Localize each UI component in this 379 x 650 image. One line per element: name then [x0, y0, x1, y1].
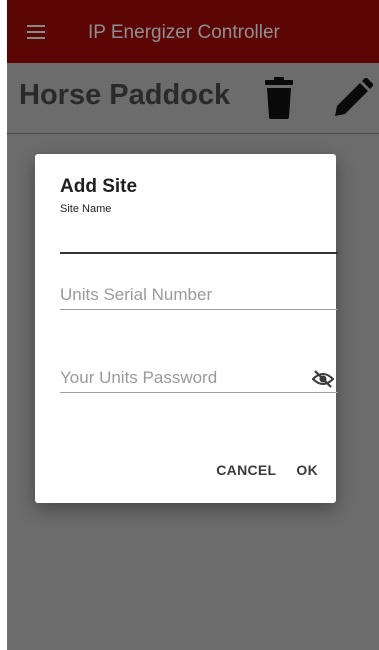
dialog-title: Add Site — [60, 176, 138, 197]
top-app-bar: IP Energizer Controller — [7, 0, 379, 63]
site-name-caption: Site Name — [60, 203, 112, 215]
dialog-actions: CANCEL OK — [206, 456, 328, 484]
app-title: IP Energizer Controller — [88, 22, 280, 43]
site-title: Horse Paddock — [19, 79, 231, 111]
serial-number-underline — [60, 309, 338, 310]
site-name-underline — [60, 252, 338, 254]
site-name-input[interactable] — [60, 228, 338, 252]
site-header: Horse Paddock — [7, 63, 379, 134]
cancel-button[interactable]: CANCEL — [206, 456, 286, 484]
hamburger-menu-icon[interactable] — [27, 25, 45, 39]
serial-number-input[interactable] — [60, 285, 338, 309]
add-site-dialog: Add Site Site Name CANCEL OK — [35, 154, 338, 503]
serial-number-field — [60, 285, 338, 310]
pencil-icon[interactable] — [333, 77, 374, 118]
ok-button[interactable]: OK — [286, 456, 328, 484]
password-underline — [60, 392, 338, 393]
eye-off-icon[interactable] — [311, 370, 335, 388]
app-screen: IP Energizer Controller Horse Paddock Ad… — [0, 0, 379, 650]
site-name-field — [60, 228, 338, 254]
trash-icon[interactable] — [263, 77, 295, 119]
password-field — [60, 368, 338, 393]
password-input[interactable] — [60, 368, 338, 392]
